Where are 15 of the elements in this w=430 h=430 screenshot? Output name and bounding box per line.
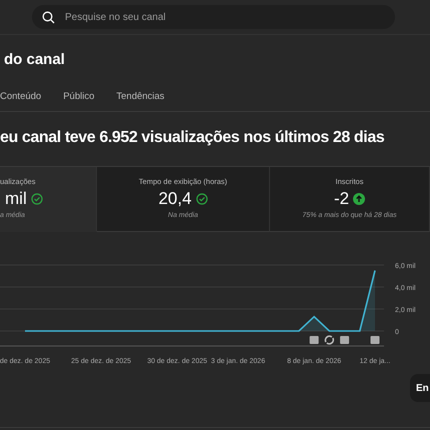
search-icon xyxy=(42,10,55,24)
video-marker-icon[interactable] xyxy=(310,336,319,344)
video-marker-icon[interactable] xyxy=(370,336,380,344)
metric-value: -2 xyxy=(334,189,350,209)
page-title: do canal xyxy=(3,50,66,70)
headline: eu canal teve 6.952 visualizações nos últimos 28 dias xyxy=(0,129,386,147)
sync-icon[interactable] xyxy=(324,335,334,345)
floating-button[interactable]: En xyxy=(410,374,430,402)
tab[interactable]: Público xyxy=(63,85,94,107)
tab[interactable]: Tendências xyxy=(116,85,164,107)
search-field[interactable]: Pesquise no seu canal xyxy=(32,5,395,29)
tab[interactable]: Conteúdo xyxy=(0,85,42,107)
metric-value: mil xyxy=(5,189,27,209)
video-marker-icon[interactable] xyxy=(340,336,350,344)
metric-value: 20,4 xyxy=(158,189,192,209)
